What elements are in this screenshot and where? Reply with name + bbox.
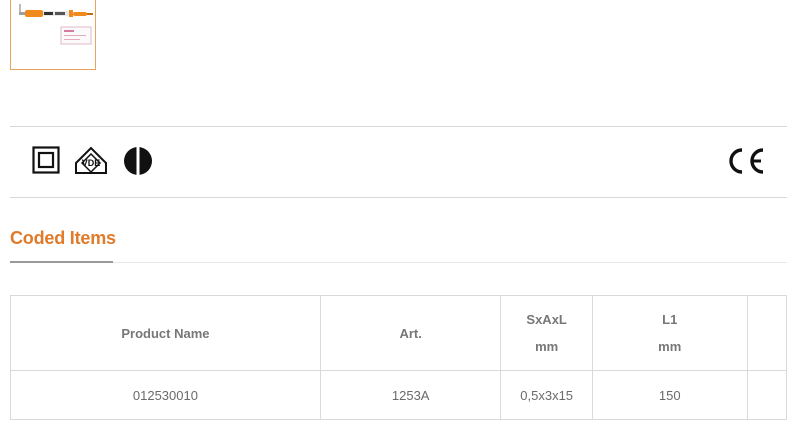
header-l1-label: L1: [662, 312, 678, 327]
divider-top: [10, 126, 787, 127]
header-l1-unit: mm: [658, 339, 682, 354]
header-sxaxl-unit: mm: [535, 339, 559, 354]
divider-bottom: [10, 197, 787, 198]
ip-protection-icon: [123, 146, 153, 181]
section-underline-track: [10, 262, 787, 263]
table-row[interactable]: 012530010 1253A 0,5x3x15 150: [10, 370, 787, 420]
cell-art: 1253A: [319, 370, 502, 420]
table-header-row: Product Name Art. SxAxL mm L1 mm: [10, 295, 787, 371]
screwdriver-image: [19, 4, 93, 45]
svg-text:VDE: VDE: [82, 158, 101, 168]
section-title: Coded Items: [10, 228, 116, 248]
cell-extra: [746, 370, 787, 420]
ce-mark-icon: [726, 147, 766, 180]
coded-items-table: Product Name Art. SxAxL mm L1 mm 0125300…: [10, 295, 787, 420]
header-l1: L1 mm: [591, 295, 748, 371]
product-thumbnail[interactable]: [10, 0, 96, 70]
cell-sxaxl: 0,5x3x15: [500, 370, 593, 420]
header-sxaxl: SxAxL mm: [500, 295, 593, 371]
double-insulation-icon: [32, 146, 60, 179]
section-underline: [10, 261, 113, 263]
header-art: Art.: [319, 295, 502, 371]
cell-l1: 150: [591, 370, 748, 420]
header-sxaxl-label: SxAxL: [526, 312, 567, 327]
vde-mark-icon: VDE: [74, 145, 108, 180]
cell-product-name: 012530010: [10, 370, 321, 420]
header-product-name: Product Name: [10, 295, 321, 371]
product-page: VDE Coded Items Product Name Art. SxAxL …: [0, 0, 787, 441]
header-extra: [746, 295, 787, 371]
